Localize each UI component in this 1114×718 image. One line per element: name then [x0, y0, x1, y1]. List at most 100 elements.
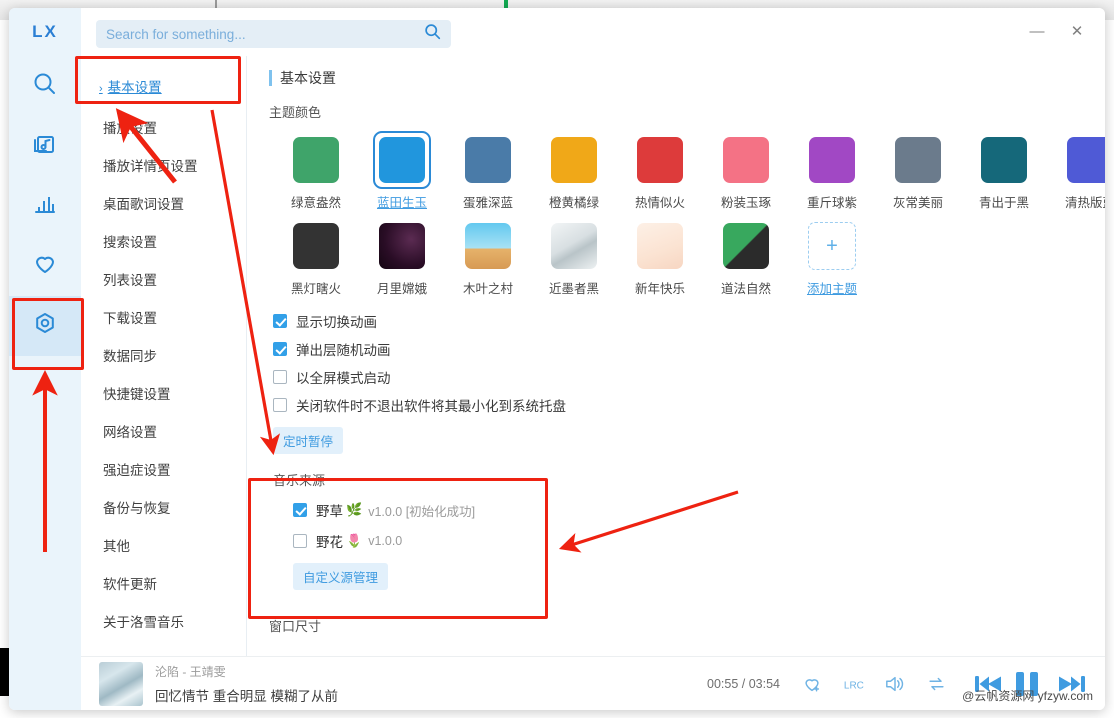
theme-swatch	[981, 137, 1027, 183]
theme-swatch	[379, 223, 425, 269]
theme-cell[interactable]: 蓝田生玉	[359, 131, 445, 211]
rail-item-settings[interactable]	[9, 296, 81, 356]
theme-swatch-wrapper	[803, 131, 861, 189]
theme-swatch-wrapper	[717, 131, 775, 189]
theme-swatch	[637, 223, 683, 269]
theme-swatch	[293, 137, 339, 183]
theme-cell[interactable]: 粉装玉琢	[703, 131, 789, 211]
nav-item-play-settings[interactable]: 播放设置	[81, 108, 246, 146]
rail-item-songlist[interactable]	[9, 116, 81, 176]
checkbox-row[interactable]: 以全屏模式启动	[273, 367, 1105, 387]
watermark: @云帆资源网 yfzyw.com	[962, 687, 1093, 704]
checkbox-icon[interactable]	[293, 503, 307, 517]
theme-swatch	[379, 137, 425, 183]
theme-swatch-wrapper	[889, 131, 947, 189]
music-source-version: v1.0.0	[368, 534, 402, 548]
theme-swatch	[637, 137, 683, 183]
theme-name: 蛋雅深蓝	[463, 192, 513, 211]
timer-pause-button[interactable]: 定时暂停	[273, 427, 343, 454]
music-source-row[interactable]: 野草🌿v1.0.0 [初始化成功]	[293, 500, 553, 520]
theme-swatch-wrapper	[975, 131, 1033, 189]
nav-item-about[interactable]: 关于洛雪音乐	[81, 602, 246, 640]
theme-swatch-wrapper	[287, 131, 345, 189]
theme-cell[interactable]: 橙黄橘绿	[531, 131, 617, 211]
checkbox-icon[interactable]	[273, 314, 287, 328]
checkbox-icon[interactable]	[273, 398, 287, 412]
theme-swatch	[723, 223, 769, 269]
theme-swatch	[465, 223, 511, 269]
minimize-button[interactable]: —	[1017, 16, 1057, 46]
top-bar: Search for something... — ✕	[81, 8, 1105, 56]
nav-item-software-update[interactable]: 软件更新	[81, 564, 246, 602]
nav-item-ocd-settings[interactable]: 强迫症设置	[81, 450, 246, 488]
theme-swatch	[551, 137, 597, 183]
source-emoji-icon: 🌷	[346, 533, 362, 549]
checkbox-label: 以全屏模式启动	[296, 367, 391, 387]
theme-cell[interactable]: +添加主题	[789, 217, 875, 297]
theme-cell[interactable]: 重斤球紫	[789, 131, 875, 211]
custom-source-manage-button[interactable]: 自定义源管理	[293, 563, 388, 590]
current-lyric-line: 回忆情节 重合明显 模糊了从前	[155, 685, 338, 705]
nav-header-basic-settings[interactable]: ›基本设置	[89, 68, 238, 104]
music-source-row[interactable]: 野花🌷v1.0.0	[293, 531, 553, 551]
theme-swatch-wrapper	[373, 131, 431, 189]
theme-name: 热情似火	[635, 192, 685, 211]
rail-item-ranking[interactable]	[9, 176, 81, 236]
nav-item-data-sync[interactable]: 数据同步	[81, 336, 246, 374]
nav-item-list-settings[interactable]: 列表设置	[81, 260, 246, 298]
heart-plus-icon[interactable]	[802, 674, 822, 694]
checkbox-row[interactable]: 弹出层随机动画	[273, 339, 1105, 359]
volume-icon[interactable]	[884, 674, 906, 694]
theme-swatch	[723, 137, 769, 183]
checkbox-icon[interactable]	[273, 370, 287, 384]
settings-gear-icon	[31, 310, 59, 343]
theme-name: 月里嫦娥	[377, 278, 427, 297]
search-icon[interactable]	[424, 23, 441, 45]
nav-item-desktop-lyric[interactable]: 桌面歌词设置	[81, 184, 246, 222]
close-button[interactable]: ✕	[1057, 16, 1097, 46]
theme-cell[interactable]: 热情似火	[617, 131, 703, 211]
theme-swatch-wrapper	[545, 131, 603, 189]
checkbox-row[interactable]: 关闭软件时不退出软件将其最小化到系统托盘	[273, 395, 1105, 415]
theme-cell[interactable]: 近墨者黑	[531, 217, 617, 297]
theme-name: 清热版蓝	[1065, 192, 1105, 211]
theme-swatch-wrapper	[287, 217, 345, 275]
music-source-group: 音乐来源 野草🌿v1.0.0 [初始化成功]野花🌷v1.0.0 自定义源管理	[273, 470, 553, 590]
theme-cell[interactable]: 青出于黑	[961, 131, 1047, 211]
theme-swatch	[293, 223, 339, 269]
app-logo: LX	[9, 8, 81, 56]
theme-cell[interactable]: 道法自然	[703, 217, 789, 297]
checkbox-row[interactable]: 显示切换动画	[273, 311, 1105, 331]
nav-item-hotkey-settings[interactable]: 快捷键设置	[81, 374, 246, 412]
search-input[interactable]: Search for something...	[96, 20, 451, 48]
nav-item-download-settings[interactable]: 下载设置	[81, 298, 246, 336]
checkbox-icon[interactable]	[273, 342, 287, 356]
album-cover[interactable]	[99, 662, 143, 706]
nav-item-other[interactable]: 其他	[81, 526, 246, 564]
nav-item-network-settings[interactable]: 网络设置	[81, 412, 246, 450]
rail-item-favorites[interactable]	[9, 236, 81, 296]
theme-cell[interactable]: 新年快乐	[617, 217, 703, 297]
theme-cell[interactable]: 灰常美丽	[875, 131, 961, 211]
nav-item-play-detail-settings[interactable]: 播放详情页设置	[81, 146, 246, 184]
theme-cell[interactable]: 绿意盎然	[273, 131, 359, 211]
theme-cell[interactable]: 黑灯瞎火	[273, 217, 359, 297]
theme-cell[interactable]: 月里嫦娥	[359, 217, 445, 297]
checkbox-icon[interactable]	[293, 534, 307, 548]
playback-time: 00:55 / 03:54	[707, 677, 780, 691]
nav-item-search-settings[interactable]: 搜索设置	[81, 222, 246, 260]
theme-cell[interactable]: 清热版蓝	[1047, 131, 1105, 211]
checkbox-label: 显示切换动画	[296, 311, 377, 331]
lrc-lyric-icon[interactable]: LRC	[842, 674, 864, 694]
nav-item-backup-restore[interactable]: 备份与恢复	[81, 488, 246, 526]
theme-cell[interactable]: 木叶之村	[445, 217, 531, 297]
rail-item-search[interactable]	[9, 56, 81, 116]
theme-name: 近墨者黑	[549, 278, 599, 297]
heart-icon	[32, 251, 58, 282]
theme-name: 木叶之村	[463, 278, 513, 297]
theme-cell[interactable]: 蛋雅深蓝	[445, 131, 531, 211]
window-size-label: 窗口尺寸	[269, 616, 1105, 635]
theme-swatch-wrapper	[1061, 131, 1105, 189]
theme-section-label: 主题颜色	[269, 102, 1105, 121]
repeat-icon[interactable]	[926, 674, 947, 694]
